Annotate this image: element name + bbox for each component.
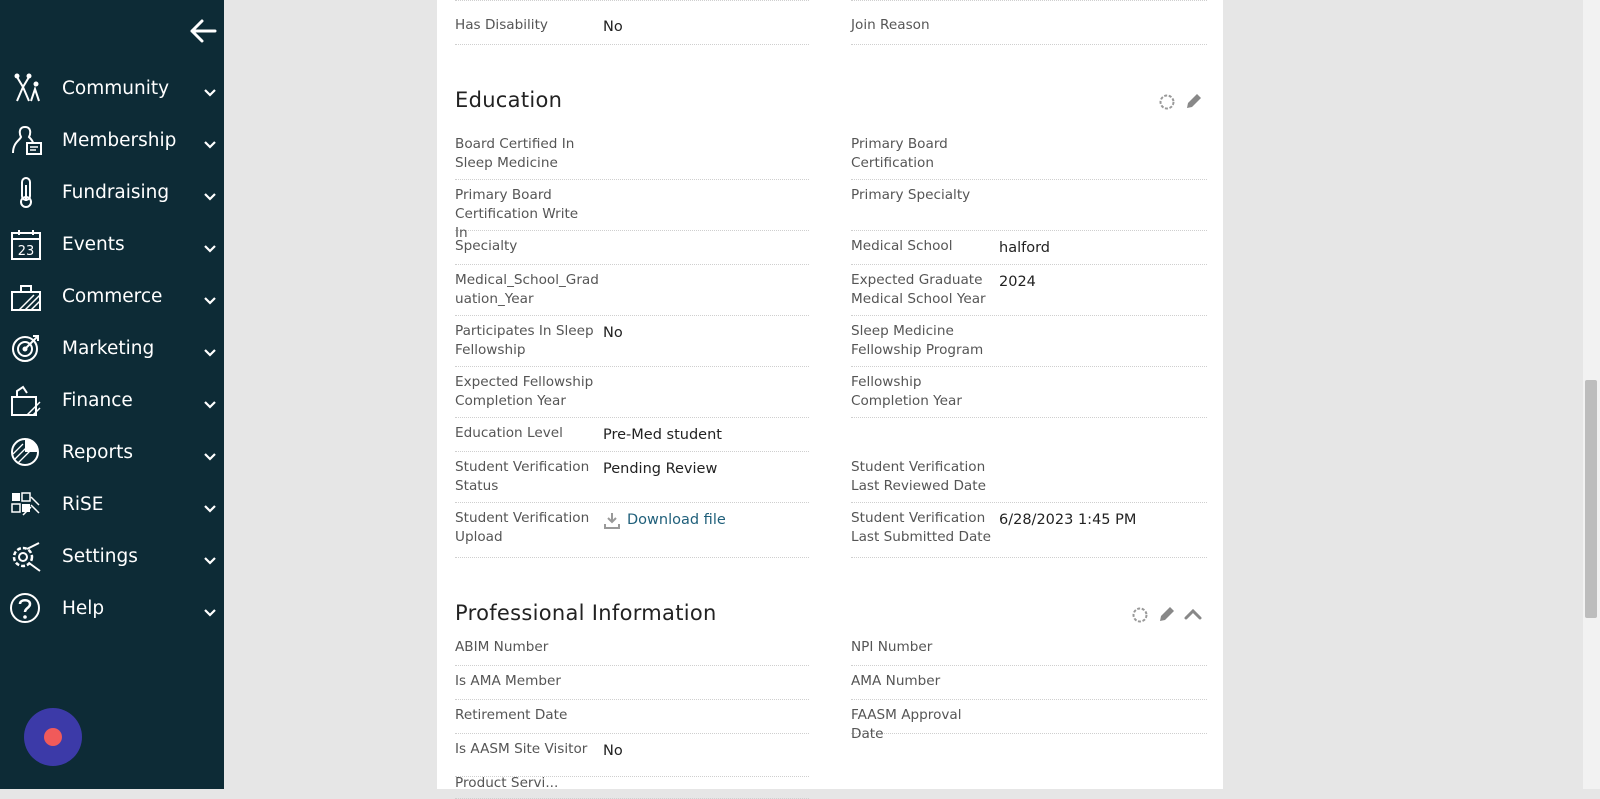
sidebar-item-label: Events (62, 233, 125, 255)
sidebar-item-reports[interactable]: Reports (0, 426, 224, 478)
edit-pencil-icon[interactable] (1157, 604, 1177, 624)
sidebar-item-label: Membership (62, 129, 177, 151)
calendar-icon: 23 (9, 227, 43, 261)
chevron-down-icon[interactable] (203, 239, 217, 253)
settings-icon (9, 539, 43, 573)
section-title-education: Education (455, 88, 563, 112)
puzzle-icon (9, 487, 43, 521)
field-label-has-disability: Has Disability (455, 17, 548, 33)
download-file-label: Download file (627, 512, 726, 528)
sidebar-item-fundraising[interactable]: Fundraising (0, 166, 224, 218)
chevron-down-icon[interactable] (203, 343, 217, 357)
collapse-chevron-icon[interactable] (1183, 604, 1203, 624)
sidebar-item-commerce[interactable]: Commerce (0, 270, 224, 322)
sidebar: Community Membership Fundraising 23 Events Co… (0, 0, 224, 789)
chevron-down-icon[interactable] (203, 83, 217, 97)
membership-icon (9, 123, 43, 157)
sidebar-item-membership[interactable]: Membership (0, 114, 224, 166)
sidebar-item-help[interactable]: Help (0, 582, 224, 634)
chevron-down-icon[interactable] (203, 447, 217, 461)
field-label: Education Level (455, 425, 563, 441)
field-value: 6/28/2023 1:45 PM (999, 512, 1137, 528)
field-label: Specialty (455, 238, 518, 254)
chevron-down-icon[interactable] (203, 135, 217, 149)
field-label: Retirement Date (455, 707, 568, 723)
section-title-professional: Professional Information (455, 601, 717, 625)
chevron-down-icon[interactable] (203, 499, 217, 513)
field-label: NPI Number (851, 639, 933, 655)
field-label: Student Verification Last Submitted Date (851, 510, 991, 545)
download-icon (604, 513, 620, 529)
field-label: Participates In Sleep Fellowship (455, 323, 594, 358)
field-value: Pre-Med student (603, 427, 722, 443)
sidebar-item-label: Finance (62, 389, 133, 411)
field-row (851, 418, 1207, 451)
settings-gear-icon[interactable] (1130, 605, 1150, 625)
fundraising-icon (9, 175, 43, 209)
field-label-join-reason: Join Reason (851, 17, 930, 33)
field-label: Medical School (851, 238, 953, 254)
chevron-down-icon[interactable] (203, 395, 217, 409)
field-value: No (603, 325, 623, 341)
field-label: Student Verification Upload (455, 510, 590, 545)
field-label: Product Servi... (455, 775, 559, 791)
chevron-down-icon[interactable] (203, 603, 217, 617)
help-icon (9, 591, 43, 625)
community-icon (9, 71, 43, 105)
edit-pencil-icon[interactable] (1184, 91, 1204, 111)
field-label: Is AASM Site Visitor (455, 741, 588, 757)
sidebar-item-marketing[interactable]: Marketing (0, 322, 224, 374)
field-label: ABIM Number (455, 639, 549, 655)
field-value: halford (999, 240, 1050, 256)
scrollbar-thumb[interactable] (1585, 380, 1597, 618)
sidebar-item-label: Community (62, 77, 170, 99)
sidebar-item-label: Fundraising (62, 181, 170, 203)
sidebar-item-events[interactable]: 23 Events (0, 218, 224, 270)
sidebar-item-label: Help (62, 597, 105, 619)
download-file-link[interactable]: Download file (603, 510, 726, 530)
chevron-down-icon[interactable] (203, 291, 217, 305)
field-label: Student Verification Status (455, 459, 590, 494)
settings-gear-icon[interactable] (1157, 92, 1177, 112)
field-label: AMA Number (851, 673, 941, 689)
sidebar-item-rise[interactable]: RiSE (0, 478, 224, 530)
finance-icon (9, 383, 43, 417)
field-label: Expected Graduate Medical School Year (851, 272, 986, 307)
notification-dot (44, 728, 62, 746)
field-value: Pending Review (603, 461, 718, 477)
chat-bubble-button[interactable] (24, 708, 82, 766)
field-label: Is AMA Member (455, 673, 561, 689)
sidebar-item-finance[interactable]: Finance (0, 374, 224, 426)
field-label: Student Verification Last Reviewed Date (851, 459, 986, 494)
field-row (851, 734, 1207, 776)
commerce-icon (9, 279, 43, 313)
field-label: Expected Fellowship Completion Year (455, 374, 594, 409)
field-label: Board Certified In Sleep Medicine (455, 136, 575, 171)
sidebar-item-label: Marketing (62, 337, 155, 359)
field-label: Primary Specialty (851, 187, 971, 203)
field-label: Primary Board Certification (851, 136, 948, 171)
chevron-down-icon[interactable] (203, 187, 217, 201)
sidebar-item-community[interactable]: Community (0, 62, 224, 114)
sidebar-item-label: RiSE (62, 493, 104, 515)
pie-chart-icon (9, 435, 43, 469)
field-label: Sleep Medicine Fellowship Program (851, 323, 984, 358)
target-icon (9, 331, 43, 365)
sidebar-item-label: Reports (62, 441, 133, 463)
field-label: Fellowship Completion Year (851, 374, 962, 409)
sidebar-item-label: Settings (62, 545, 138, 567)
sidebar-item-settings[interactable]: Settings (0, 530, 224, 582)
field-label: Medical_School_Grad uation_Year (455, 272, 599, 307)
field-value: No (603, 743, 623, 759)
back-arrow-icon[interactable] (188, 18, 218, 44)
field-value: 2024 (999, 274, 1036, 290)
chevron-down-icon[interactable] (203, 551, 217, 565)
sidebar-item-label: Commerce (62, 285, 163, 307)
field-value-has-disability: No (603, 19, 623, 35)
svg-text:23: 23 (18, 244, 35, 259)
